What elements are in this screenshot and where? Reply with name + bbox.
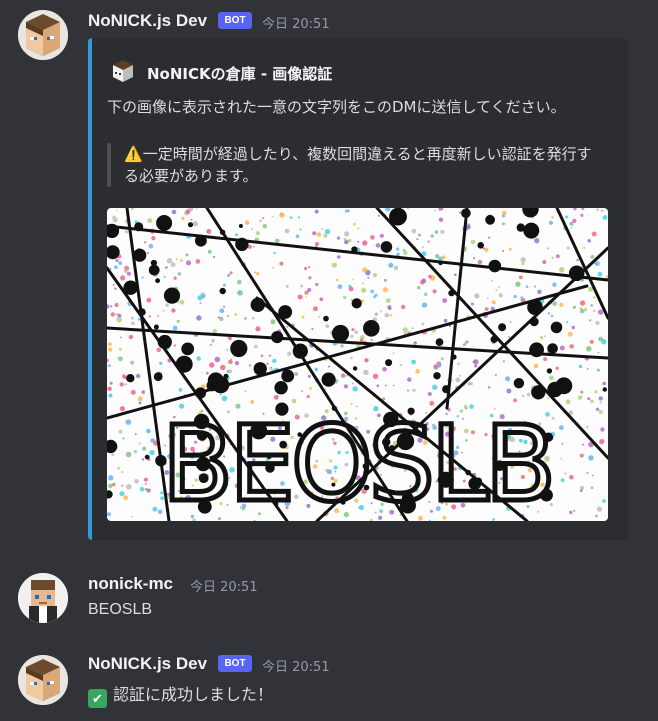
minecraft-avatar-icon (18, 655, 68, 705)
message-content: BEOSLB (88, 601, 153, 618)
embed-accent-bar (88, 38, 92, 540)
captcha-image[interactable]: BEOSLB (107, 208, 608, 521)
warning-text: 一定時間が経過したり、複数回間違えると再度新しい認証を発行する必要があります。 (124, 145, 592, 185)
message-timestamp: 今日 20:51 (262, 660, 330, 675)
bot-avatar[interactable] (18, 10, 68, 60)
warning-icon: ⚠️ (124, 145, 143, 163)
cube-bot-icon (113, 60, 133, 82)
bot-badge: BOT (218, 12, 252, 29)
captcha-text: BEOSLB (162, 403, 552, 521)
bot-avatar[interactable] (18, 655, 68, 705)
embed-title: NoNICKの倉庫 - 画像認証 (147, 65, 333, 83)
success-text: 認証に成功しました！ (113, 687, 274, 704)
message-timestamp: 今日 20:51 (190, 580, 258, 595)
bot-username[interactable]: NoNICK.js Dev (88, 11, 207, 31)
bot-username[interactable]: NoNICK.js Dev (88, 654, 207, 674)
user-avatar[interactable] (18, 573, 68, 623)
minecraft-avatar-icon (18, 10, 68, 60)
message-timestamp: 今日 20:51 (262, 17, 330, 32)
embed-warning-quote: ⚠️一定時間が経過したり、複数回間違えると再度新しい認証を発行する必要があります… (124, 143, 604, 187)
check-mark-icon: ✔ (88, 689, 107, 708)
captcha-noise-graphic: BEOSLB (107, 208, 608, 521)
message-content: ✔ 認証に成功しました！ (88, 681, 273, 708)
embed-description: 下の画像に表示された一意の文字列をこのDMに送信してください。 (107, 98, 566, 116)
user-username[interactable]: nonick-mc (88, 574, 173, 594)
blockquote-bar (107, 143, 111, 187)
minecraft-user-avatar-icon (18, 573, 68, 623)
bot-badge: BOT (218, 655, 252, 672)
embed-author-icon (110, 58, 136, 84)
